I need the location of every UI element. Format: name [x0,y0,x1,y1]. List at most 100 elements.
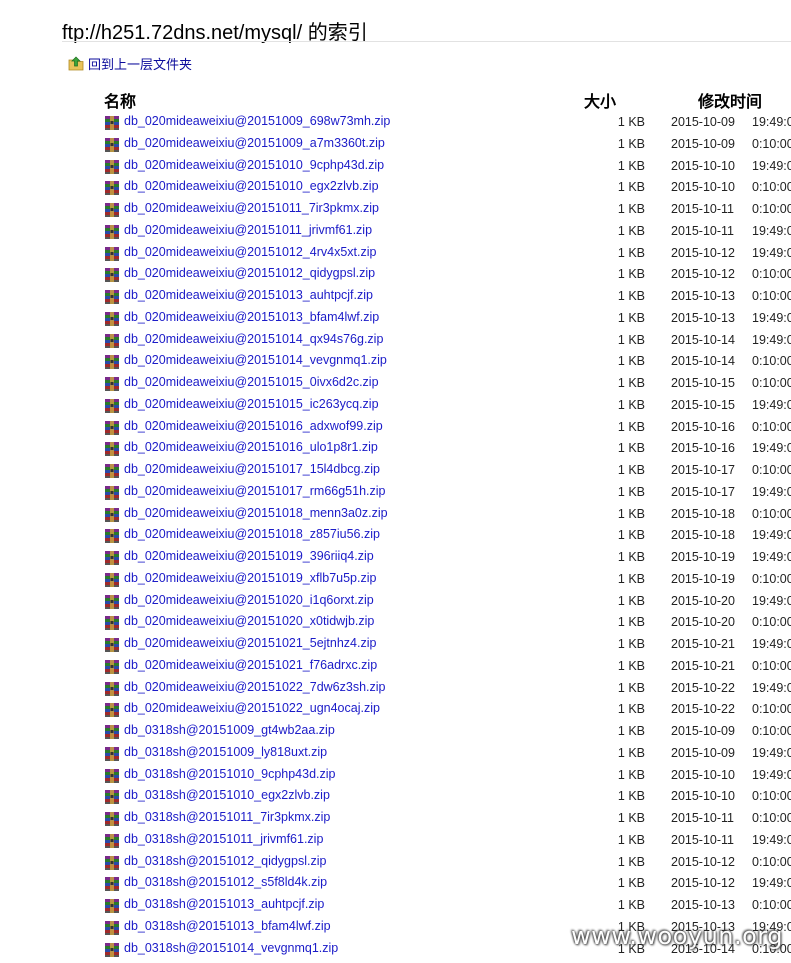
file-date: 2015-10-13 [671,310,735,325]
file-row: db_020mideaweixiu@20151022_7dw6z3sh.zip 1… [0,678,791,700]
file-name-link[interactable]: db_020mideaweixiu@20151012_4rv4x5xt.zip [124,245,376,259]
file-date: 2015-10-12 [671,267,735,282]
file-date: 2015-10-13 [671,289,735,303]
file-row: db_020mideaweixiu@20151017_rm66g51h.zip 1… [0,482,791,504]
file-name-link[interactable]: db_020mideaweixiu@20151013_auhtpcjf.zip [124,288,373,302]
file-name-link[interactable]: db_020mideaweixiu@20151018_z857iu56.zip [124,527,380,541]
file-name-link[interactable]: db_020mideaweixiu@20151011_jrivmf61.zip [124,223,372,237]
file-size: 1 KB [617,876,645,891]
file-name-link[interactable]: db_0318sh@20151012_s5f8ld4k.zip [124,875,327,889]
archive-file-icon [104,681,120,697]
file-row: db_020mideaweixiu@20151022_ugn4ocaj.zip 1… [0,699,791,721]
archive-file-icon [104,115,120,131]
file-name-link[interactable]: db_020mideaweixiu@20151014_qx94s76g.zip [124,332,383,346]
file-time: 19:49:0 [752,745,791,760]
file-time: 0:10:00 [752,571,791,586]
file-name-link[interactable]: db_020mideaweixiu@20151009_a7m3360t.zip [124,136,385,150]
column-header-modified[interactable]: 修改时间 [698,88,762,111]
file-time: 0:10:00 [752,376,791,390]
file-name-link[interactable]: db_020mideaweixiu@20151022_7dw6z3sh.zip [124,680,386,694]
file-name-link[interactable]: db_020mideaweixiu@20151018_menn3a0z.zip [124,506,388,520]
archive-file-icon [104,137,120,153]
archive-file-icon [104,724,120,740]
file-name-link[interactable]: db_020mideaweixiu@20151020_i1q6orxt.zip [124,593,374,607]
file-size: 1 KB [617,245,645,260]
file-name-link[interactable]: db_020mideaweixiu@20151022_ugn4ocaj.zip [124,701,380,715]
file-name-link[interactable]: db_020mideaweixiu@20151021_5ejtnhz4.zip [124,636,376,650]
file-name-link[interactable]: db_0318sh@20151013_auhtpcjf.zip [124,897,324,911]
file-row: db_0318sh@20151011_7ir3pkmx.zip 1 KB 2015-… [0,808,791,830]
column-header-name[interactable]: 名称 [104,88,136,111]
file-name-link[interactable]: db_020mideaweixiu@20151020_x0tidwjb.zip [124,614,374,628]
file-time: 0:10:00 [752,854,791,869]
file-date: 2015-10-09 [671,745,735,760]
file-date: 2015-10-18 [671,528,735,543]
file-name-link[interactable]: db_020mideaweixiu@20151019_396riiq4.zip [124,549,374,563]
file-size: 1 KB [617,789,645,804]
parent-folder-link[interactable]: 回到上一层文件夹 [68,53,192,73]
file-row: db_020mideaweixiu@20151014_vevgnmq1.zip 1… [0,351,791,373]
file-time: 19:49:0 [752,484,791,499]
file-name-link[interactable]: db_020mideaweixiu@20151016_adxwof99.zip [124,419,383,433]
archive-file-icon [104,333,120,349]
file-name-link[interactable]: db_020mideaweixiu@20151017_15l4dbcg.zip [124,462,380,476]
file-name-link[interactable]: db_020mideaweixiu@20151017_rm66g51h.zip [124,484,386,498]
file-name-link[interactable]: db_020mideaweixiu@20151015_ic263ycq.zip [124,397,379,411]
file-name-link[interactable]: db_0318sh@20151011_7ir3pkmx.zip [124,810,330,824]
file-date: 2015-10-17 [671,484,735,499]
file-name-link[interactable]: db_020mideaweixiu@20151010_egx2zlvb.zip [124,179,379,193]
file-time: 0:10:00 [752,898,791,912]
file-row: db_020mideaweixiu@20151010_9cphp43d.zip 1… [0,156,791,178]
file-name-link[interactable]: db_020mideaweixiu@20151009_698w73mh.zip [124,114,390,128]
file-size: 1 KB [617,484,645,499]
file-name-link[interactable]: db_020mideaweixiu@20151021_f76adrxc.zip [124,658,377,672]
file-date: 2015-10-10 [671,789,735,804]
file-row: db_0318sh@20151013_auhtpcjf.zip 1 KB 2015-… [0,895,791,917]
file-time: 0:10:00 [752,463,791,477]
file-name-link[interactable]: db_020mideaweixiu@20151019_xflb7u5p.zip [124,571,376,585]
file-date: 2015-10-21 [671,637,735,651]
file-date: 2015-10-18 [671,506,735,521]
file-row: db_020mideaweixiu@20151016_ulo1p8r1.zip 1… [0,438,791,460]
archive-file-icon [104,376,120,392]
file-name-link[interactable]: db_020mideaweixiu@20151013_bfam4lwf.zip [124,310,379,324]
file-name-link[interactable]: db_0318sh@20151009_gt4wb2aa.zip [124,723,335,737]
file-name-link[interactable]: db_0318sh@20151012_qidygpsl.zip [124,854,326,868]
file-name-link[interactable]: db_020mideaweixiu@20151015_0ivx6d2c.zip [124,375,379,389]
file-row: db_020mideaweixiu@20151015_ic263ycq.zip 1… [0,395,791,417]
file-row: db_0318sh@20151012_s5f8ld4k.zip 1 KB 2015-… [0,873,791,895]
archive-file-icon [104,702,120,718]
file-name-link[interactable]: db_0318sh@20151013_bfam4lwf.zip [124,919,331,933]
file-name-link[interactable]: db_0318sh@20151009_ly818uxt.zip [124,745,327,759]
file-row: db_020mideaweixiu@20151011_jrivmf61.zip 1… [0,221,791,243]
file-row: db_0318sh@20151010_9cphp43d.zip 1 KB 2015-… [0,765,791,787]
file-name-link[interactable]: db_0318sh@20151010_9cphp43d.zip [124,767,336,781]
file-size: 1 KB [617,898,645,912]
file-time: 0:10:00 [752,811,791,825]
archive-file-icon [104,398,120,414]
file-date: 2015-10-15 [671,376,735,390]
file-name-link[interactable]: db_0318sh@20151010_egx2zlvb.zip [124,788,330,802]
file-time: 19:49:0 [752,767,791,782]
file-time: 19:49:0 [752,332,791,347]
file-name-link[interactable]: db_020mideaweixiu@20151016_ulo1p8r1.zip [124,440,378,454]
file-name-link[interactable]: db_020mideaweixiu@20151010_9cphp43d.zip [124,158,384,172]
file-size: 1 KB [617,767,645,782]
file-name-link[interactable]: db_020mideaweixiu@20151014_vevgnmq1.zip [124,353,387,367]
archive-file-icon [104,637,120,653]
file-size: 1 KB [617,615,645,630]
archive-file-icon [104,202,120,218]
file-row: db_020mideaweixiu@20151011_7ir3pkmx.zip 1… [0,199,791,221]
file-name-link[interactable]: db_0318sh@20151014_vevgnmq1.zip [124,941,338,955]
file-row: db_0318sh@20151009_gt4wb2aa.zip 1 KB 2015-… [0,721,791,743]
file-size: 1 KB [617,680,645,695]
file-time: 19:49:0 [752,832,791,847]
file-size: 1 KB [617,202,645,216]
file-name-link[interactable]: db_020mideaweixiu@20151011_7ir3pkmx.zip [124,201,379,215]
column-header-size[interactable]: 大小 [584,88,616,111]
file-size: 1 KB [617,397,645,412]
file-name-link[interactable]: db_020mideaweixiu@20151012_qidygpsl.zip [124,266,375,280]
folder-up-icon [68,55,84,71]
file-date: 2015-10-10 [671,180,735,195]
file-name-link[interactable]: db_0318sh@20151011_jrivmf61.zip [124,832,323,846]
